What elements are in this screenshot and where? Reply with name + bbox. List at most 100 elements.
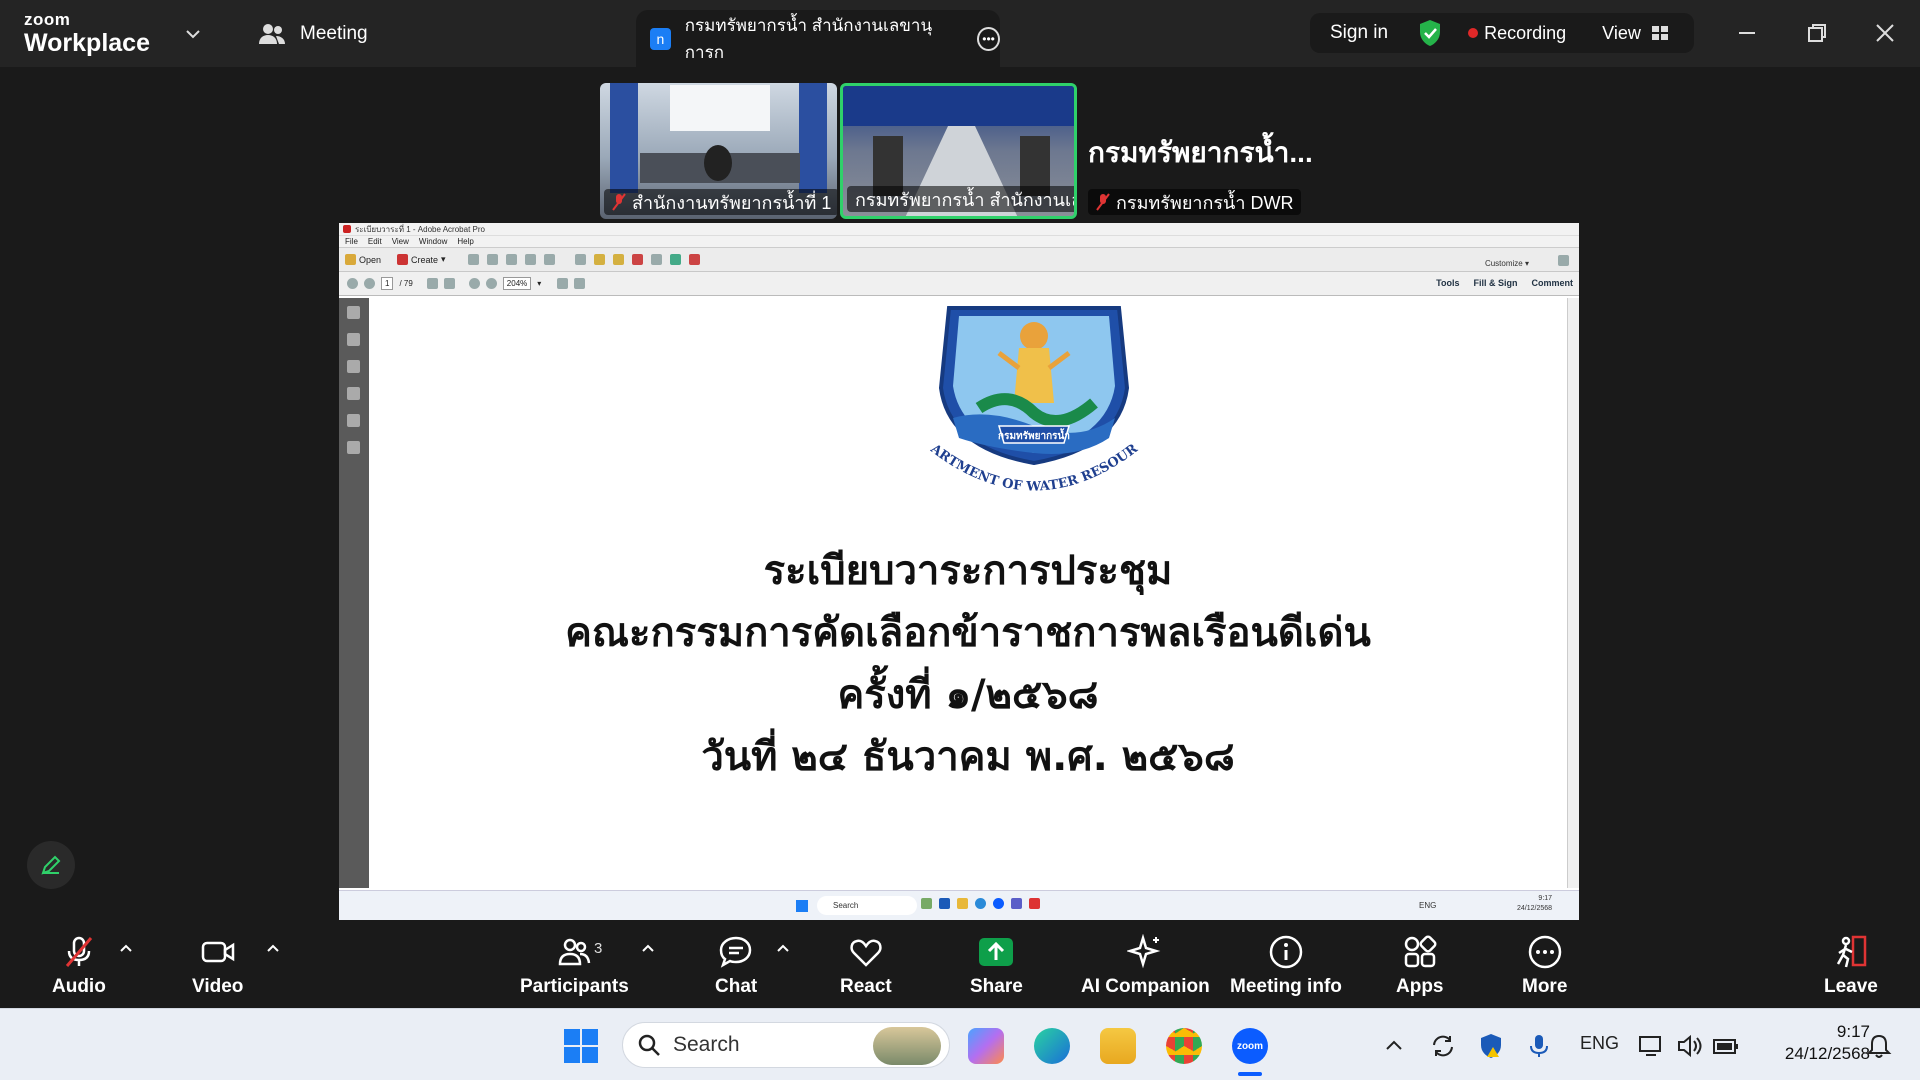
bookmarks-icon[interactable] [347,333,360,346]
audio-options-caret-icon[interactable] [118,940,134,956]
zoom-taskbar-icon[interactable]: zoom [1232,1028,1268,1064]
apps-button[interactable]: Apps [1396,934,1444,998]
widgets-icon[interactable] [921,898,932,909]
mail-icon[interactable] [543,254,555,265]
participant-tile-3[interactable]: กรมทรัพยากรน้ำ... กรมทรัพยากรน้ำ DWR [1088,83,1328,219]
network-icon[interactable] [1638,1033,1664,1059]
save-icon[interactable] [467,254,479,265]
sign-in-button[interactable]: Sign in [1330,22,1388,44]
zoom-out-icon[interactable] [468,278,480,289]
zoom-in-icon[interactable] [485,278,497,289]
restore-icon[interactable] [1806,22,1828,44]
page-number-input[interactable]: 1 [381,277,394,290]
video-options-caret-icon[interactable] [265,940,281,956]
fill-sign-tab[interactable]: Fill & Sign [1473,278,1517,288]
share-button[interactable]: Share [970,934,1023,998]
tools-tab[interactable]: Tools [1436,278,1459,288]
more-button[interactable]: More [1522,934,1567,998]
menu-edit[interactable]: Edit [368,237,382,246]
leave-button[interactable]: Leave [1824,934,1878,998]
copilot-icon[interactable] [968,1028,1004,1064]
create-button[interactable]: Create ▾ [397,254,446,265]
ai-companion-button[interactable]: AI Companion [1081,934,1210,998]
customize-menu[interactable]: Customize ▾ [1485,259,1529,268]
shared-search-box[interactable]: Search [817,896,917,915]
chevron-down-icon[interactable] [183,24,203,44]
stamp-icon[interactable] [631,254,643,265]
more-options-icon[interactable]: ••• [977,26,1000,51]
hand-tool-icon[interactable] [443,278,455,289]
menu-view[interactable]: View [392,237,409,246]
sign-icon[interactable] [688,254,700,265]
view-button[interactable]: View [1602,23,1669,44]
cloud-icon[interactable] [486,254,498,265]
comment-icon[interactable] [593,254,605,265]
notifications-icon[interactable] [1866,1033,1892,1059]
zoom-app-icon[interactable] [993,898,1004,909]
menu-help[interactable]: Help [457,237,473,246]
participants-options-caret-icon[interactable] [640,940,656,956]
layers-icon[interactable] [347,387,360,400]
security-warning-icon[interactable] [1478,1033,1504,1059]
fit-page-icon[interactable] [557,278,569,289]
react-button[interactable]: React [840,934,892,998]
teams-icon[interactable] [1011,898,1022,909]
edge-icon[interactable] [975,898,986,909]
next-page-icon[interactable] [364,278,375,289]
signatures-icon[interactable] [347,360,360,373]
chrome-icon[interactable] [1166,1028,1202,1064]
annotate-button[interactable] [27,841,75,889]
edit-icon[interactable] [524,254,536,265]
audio-button[interactable]: Audio [52,934,106,998]
recording-indicator[interactable]: Recording [1468,23,1566,44]
meeting-info-button[interactable]: Meeting info [1230,934,1342,998]
microphone-icon[interactable] [1528,1033,1550,1059]
start-icon[interactable] [796,900,808,912]
page-thumbnails-icon[interactable] [347,306,360,319]
acrobat-icon[interactable] [1029,898,1040,909]
menu-window[interactable]: Window [419,237,447,246]
show-hidden-icons-icon[interactable] [1384,1033,1404,1059]
windows-start-icon[interactable] [563,1028,599,1064]
meeting-tab[interactable]: n กรมทรัพยากรน้ำ สำนักงานเลขานุการก ••• [636,10,1000,67]
chat-button[interactable]: Chat [715,934,757,998]
comment-tab[interactable]: Comment [1531,278,1573,288]
file-explorer-icon[interactable] [1100,1028,1136,1064]
encryption-shield-icon[interactable] [1418,19,1442,47]
read-mode-icon[interactable] [574,278,586,289]
store-icon[interactable] [939,898,950,909]
menu-file[interactable]: File [345,237,358,246]
prev-page-icon[interactable] [347,278,358,289]
settings-icon[interactable] [574,254,586,265]
shared-screen[interactable]: ระเบียบวาระที่ 1 - Adobe Acrobat Pro Fil… [339,223,1579,920]
highlight-icon[interactable] [612,254,624,265]
security-icon[interactable] [347,441,360,454]
shared-lang[interactable]: ENG [1419,901,1436,910]
pdf-page[interactable]: กรมทรัพยากรน้ำ DEPARTMENT OF WATER RESOU… [369,298,1567,888]
system-clock[interactable]: 9:17 24/12/2568 [1760,1021,1870,1065]
chat-options-caret-icon[interactable] [775,940,791,956]
shared-clock[interactable]: 9:17 24/12/2568 [1517,894,1552,914]
edge-browser-icon[interactable] [1034,1028,1070,1064]
battery-icon[interactable] [1712,1033,1740,1059]
minimize-icon[interactable] [1736,22,1758,44]
input-language-indicator[interactable]: ENG [1580,1033,1619,1059]
meeting-menu[interactable]: Meeting [258,22,368,46]
taskbar-search-box[interactable]: Search [622,1022,950,1068]
print-icon[interactable] [505,254,517,265]
close-icon[interactable] [1874,22,1896,44]
volume-icon[interactable] [1676,1033,1702,1059]
select-tool-icon[interactable] [426,278,438,289]
participant-video-2[interactable]: กรมทรัพยากรน้ำ สำนักงานเล... [840,83,1077,219]
export-icon[interactable] [669,254,681,265]
explorer-icon[interactable] [957,898,968,909]
expand-icon[interactable] [1558,255,1569,266]
participants-button[interactable]: Participants [520,934,629,998]
video-button[interactable]: Video [192,934,243,998]
attachments-icon[interactable] [347,414,360,427]
open-button[interactable]: Open [345,254,381,265]
participant-video-1[interactable]: สำนักงานทรัพยากรน้ำที่ 1 [600,83,837,219]
sync-icon[interactable] [1430,1033,1456,1059]
attach-icon[interactable] [650,254,662,265]
acrobat-vertical-scrollbar[interactable] [1567,298,1579,888]
